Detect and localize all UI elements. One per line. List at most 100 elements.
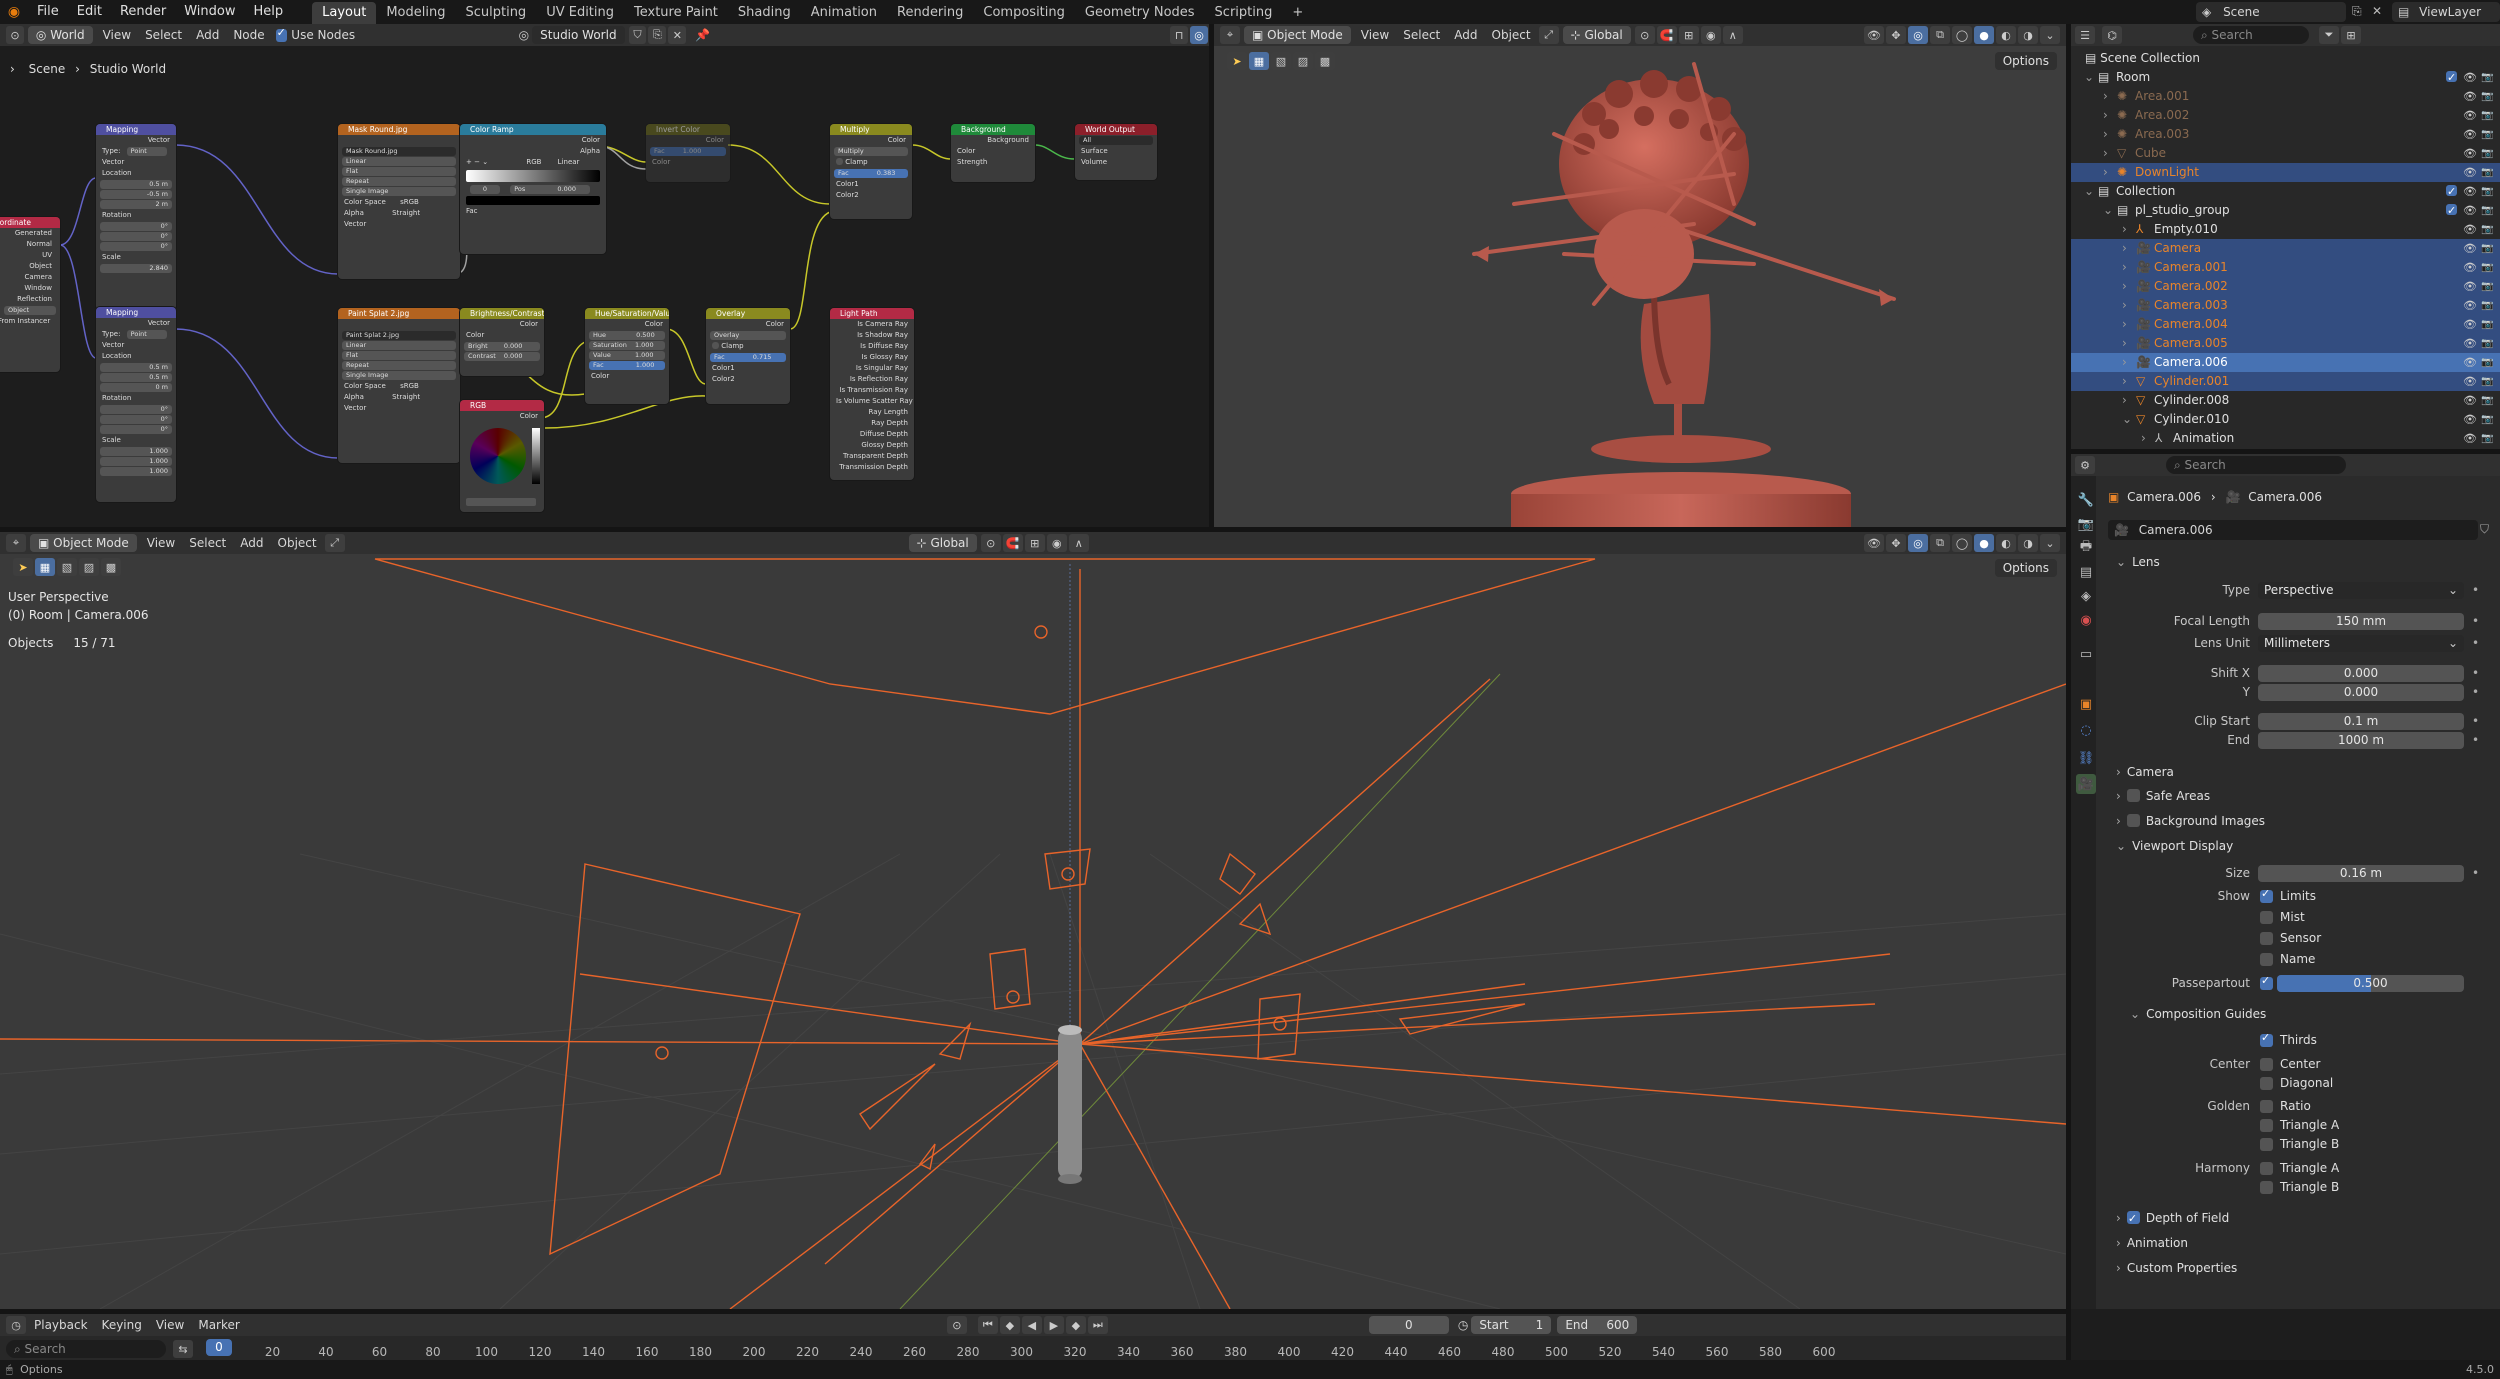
render-visibility-icon[interactable]: 📷 (2481, 106, 2493, 125)
lens-type-dropdown[interactable]: Perspective ⌄ • (2258, 582, 2479, 599)
mist-checkbox[interactable] (2260, 911, 2273, 924)
keyframe-dot-icon[interactable]: • (2472, 713, 2479, 730)
render-visibility-icon[interactable]: 📷 (2481, 239, 2493, 258)
outliner-row[interactable]: › ✺ Area.001 👁 📷 (2071, 87, 2500, 106)
socket-color2[interactable]: Color2 (830, 190, 912, 201)
eye-icon[interactable]: 👁 (2463, 429, 2477, 448)
extension-dropdown[interactable]: Repeat (342, 177, 456, 186)
socket-color-out[interactable]: Color (460, 319, 544, 330)
swap-icon[interactable]: ⇆ (173, 1340, 193, 1358)
node-image-mask-round[interactable]: Mask Round.jpg Mask Round.jpg Linear Fla… (338, 124, 460, 279)
socket-color2[interactable]: Color2 (706, 374, 790, 385)
scale-x[interactable]: 2.840 (100, 264, 172, 273)
thirds-checkbox[interactable] (2260, 1031, 2273, 1047)
node-mapping-1[interactable]: Mapping Vector Type: Point Vector Locati… (96, 124, 176, 310)
eye-icon[interactable]: 👁 (2463, 296, 2477, 315)
socket-camera[interactable]: Camera (0, 272, 60, 283)
timeline-search-input[interactable]: ⌕ Search (6, 1340, 166, 1358)
render-visibility-icon[interactable]: 📷 (2481, 163, 2493, 182)
panel-header[interactable]: ⌄ Viewport Display (2110, 835, 2480, 857)
outliner-row[interactable]: › ▽ Cube 👁 📷 (2071, 144, 2500, 163)
display-mode-icon[interactable]: ⌬ (2102, 26, 2122, 44)
menu-help[interactable]: Help (245, 0, 293, 24)
blend-mode-dropdown[interactable]: Overlay (710, 331, 786, 340)
alpha-value[interactable]: Straight (392, 209, 420, 217)
node-light-path[interactable]: Light Path Is Camera Ray Is Shadow Ray Is … (830, 308, 914, 480)
panel-header[interactable]: › Depth of Field (2110, 1207, 2480, 1230)
render-visibility-icon[interactable]: 📷 (2481, 296, 2493, 315)
keyframe-dot-icon[interactable]: • (2472, 684, 2479, 701)
focal-length-field[interactable]: 150 mm • (2258, 613, 2479, 630)
play-icon[interactable]: ▶ (1043, 1316, 1064, 1334)
outliner-row[interactable]: › ▽ Cylinder.001 👁 📷 (2071, 372, 2500, 391)
socket-alpha[interactable]: Alpha (460, 146, 606, 157)
eye-icon[interactable]: 👁 (2463, 353, 2477, 372)
fac-field[interactable]: Fac 1.000 (589, 361, 665, 370)
socket-color1[interactable]: Color1 (706, 363, 790, 374)
socket-color[interactable]: Color (951, 146, 1035, 157)
exclude-checkbox[interactable] (2446, 182, 2457, 201)
rot-z[interactable]: 0° (100, 425, 172, 434)
eye-icon[interactable]: 👁 (2463, 277, 2477, 296)
socket-lightpath-out[interactable]: Is Singular Ray (830, 363, 914, 374)
constraints-tab-icon[interactable]: ⛓ (2076, 748, 2096, 768)
object-field[interactable]: Object (4, 306, 56, 315)
viewport-size-field[interactable]: 0.16 m • (2258, 865, 2479, 882)
scene-tab-icon[interactable]: ◈ (2076, 586, 2096, 606)
breadcrumb-data[interactable]: Camera.006 (2248, 490, 2322, 504)
outliner-row[interactable]: › 🎥 Camera.004 👁 📷 (2071, 315, 2500, 334)
socket-lightpath-out[interactable]: Is Glossy Ray (830, 352, 914, 363)
panel-header[interactable]: › Safe Areas (2110, 785, 2480, 807)
render-visibility-icon[interactable]: 📷 (2481, 429, 2493, 448)
viewport-menu-add[interactable]: Add (233, 536, 270, 550)
expand-right-icon[interactable]: › (2103, 163, 2108, 182)
socket-color-out[interactable]: Color (706, 319, 790, 330)
socket-uv[interactable]: UV (0, 250, 60, 261)
eye-icon[interactable]: 👁 (2463, 258, 2477, 277)
shading-options-icon[interactable]: ⌄ (2040, 534, 2060, 552)
loc-x[interactable]: 0.5 m (100, 363, 172, 372)
outliner-root[interactable]: ▤ Scene Collection (2071, 49, 2200, 68)
clamp-row[interactable]: Clamp (830, 157, 912, 168)
current-frame-field[interactable]: 0 (1368, 1316, 1449, 1334)
outliner-row[interactable]: › ▽ Cylinder.008 👁 📷 (2071, 391, 2500, 410)
socket-lightpath-out[interactable]: Diffuse Depth (830, 429, 914, 440)
render-visibility-icon[interactable]: 📷 (2481, 353, 2493, 372)
socket-lightpath-out[interactable]: Transparent Depth (830, 451, 914, 462)
name-checkbox[interactable] (2260, 953, 2273, 966)
socket-vector-out[interactable]: Vector (96, 318, 176, 329)
scene-selector[interactable]: ◈ Scene (2196, 2, 2346, 22)
socket-vector-in[interactable]: Vector (96, 157, 176, 168)
shift-x-field[interactable]: 0.000 • (2258, 665, 2479, 682)
mode-dropdown[interactable]: ▣ Object Mode (30, 534, 137, 552)
shading-wire-icon[interactable]: ◯ (1952, 534, 1972, 552)
scene-close-icon[interactable]: ✕ (2372, 4, 2382, 18)
expand-right-icon[interactable]: › (2103, 106, 2108, 125)
tab-texture-paint[interactable]: Texture Paint (624, 2, 728, 24)
ramp-mode[interactable]: RGB (526, 158, 541, 166)
editor-type-icon[interactable]: ◷ (6, 1316, 26, 1334)
view-layer-tab-icon[interactable]: ▤ (2076, 562, 2096, 582)
eye-icon[interactable]: 👁 (2463, 391, 2477, 410)
eye-icon[interactable]: 👁 (2463, 144, 2477, 163)
colorspace-row[interactable]: Color Space sRGB (338, 197, 460, 208)
scale-z[interactable]: 1.000 (100, 467, 172, 476)
end-frame-field[interactable]: End 600 (1557, 1316, 1638, 1334)
type-dropdown[interactable]: Point (126, 147, 167, 156)
clamp-checkbox[interactable] (712, 342, 719, 349)
projection-dropdown[interactable]: Flat (342, 351, 456, 360)
render-visibility-icon[interactable]: 📷 (2481, 334, 2493, 353)
sensor-checkbox[interactable] (2260, 932, 2273, 945)
physics-tab-icon[interactable]: ◌ (2076, 720, 2096, 740)
node-image-paint-splat[interactable]: Paint Splat 2.jpg Paint Splat 2.jpg Line… (338, 308, 460, 463)
passepartout-slider[interactable]: 0.500 (2277, 975, 2464, 992)
tab-geometry-nodes[interactable]: Geometry Nodes (1075, 2, 1205, 24)
outliner[interactable]: ☰ ⌬ ⌕ Search ⏷ ⊞ ▤ Scene Collection ⌄ ▤ Ro… (2071, 24, 2500, 449)
exclude-checkbox[interactable] (2446, 68, 2457, 87)
tab-compositing[interactable]: Compositing (973, 2, 1075, 24)
panel-header[interactable]: › Animation (2110, 1232, 2480, 1254)
socket-reflection[interactable]: Reflection (0, 294, 60, 305)
socket-color-out[interactable]: Color (646, 135, 730, 146)
top-viewport[interactable]: ⌖ ▣ Object Mode View Select Add Object ⤢… (1214, 24, 2066, 527)
socket-color[interactable]: Color (460, 135, 606, 146)
